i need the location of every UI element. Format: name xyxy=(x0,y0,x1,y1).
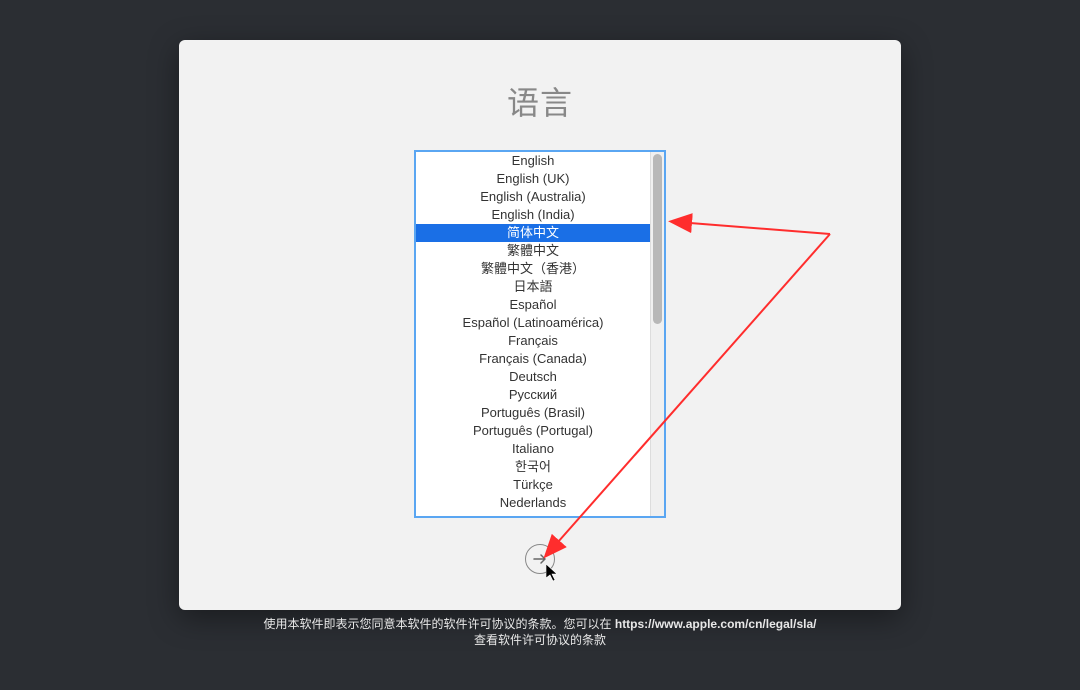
language-option[interactable]: Deutsch xyxy=(416,368,650,386)
language-option[interactable]: Italiano xyxy=(416,440,650,458)
scrollbar-thumb[interactable] xyxy=(653,154,662,324)
scrollbar-track[interactable] xyxy=(650,152,664,516)
language-option[interactable]: English xyxy=(416,152,650,170)
language-option[interactable]: Español (Latinoamérica) xyxy=(416,314,650,332)
language-option[interactable]: Français (Canada) xyxy=(416,350,650,368)
footer-url: https://www.apple.com/cn/legal/sla/ xyxy=(615,617,817,631)
footer-license-text: 使用本软件即表示您同意本软件的软件许可协议的条款。您可以在 https://ww… xyxy=(0,616,1080,648)
language-select-window: 语言 EnglishEnglish (UK)English (Australia… xyxy=(179,40,901,610)
language-option[interactable]: 日本語 xyxy=(416,278,650,296)
arrow-right-icon xyxy=(532,551,548,567)
language-option[interactable]: Español xyxy=(416,296,650,314)
language-option[interactable]: English (Australia) xyxy=(416,188,650,206)
language-option[interactable]: 한국어 xyxy=(416,458,650,476)
language-option[interactable]: English (UK) xyxy=(416,170,650,188)
language-option[interactable]: English (India) xyxy=(416,206,650,224)
language-option[interactable]: Português (Brasil) xyxy=(416,404,650,422)
language-option[interactable]: Nederlands xyxy=(416,494,650,512)
next-button[interactable] xyxy=(525,544,555,574)
language-listbox[interactable]: EnglishEnglish (UK)English (Australia)En… xyxy=(414,150,666,518)
language-option[interactable]: 简体中文 xyxy=(416,224,650,242)
language-option[interactable]: Türkçe xyxy=(416,476,650,494)
language-option[interactable]: 繁體中文 xyxy=(416,242,650,260)
language-option[interactable]: Русский xyxy=(416,386,650,404)
language-option[interactable]: Português (Portugal) xyxy=(416,422,650,440)
page-title: 语言 xyxy=(507,78,573,124)
language-option[interactable]: Français xyxy=(416,332,650,350)
language-option[interactable]: 繁體中文（香港） xyxy=(416,260,650,278)
